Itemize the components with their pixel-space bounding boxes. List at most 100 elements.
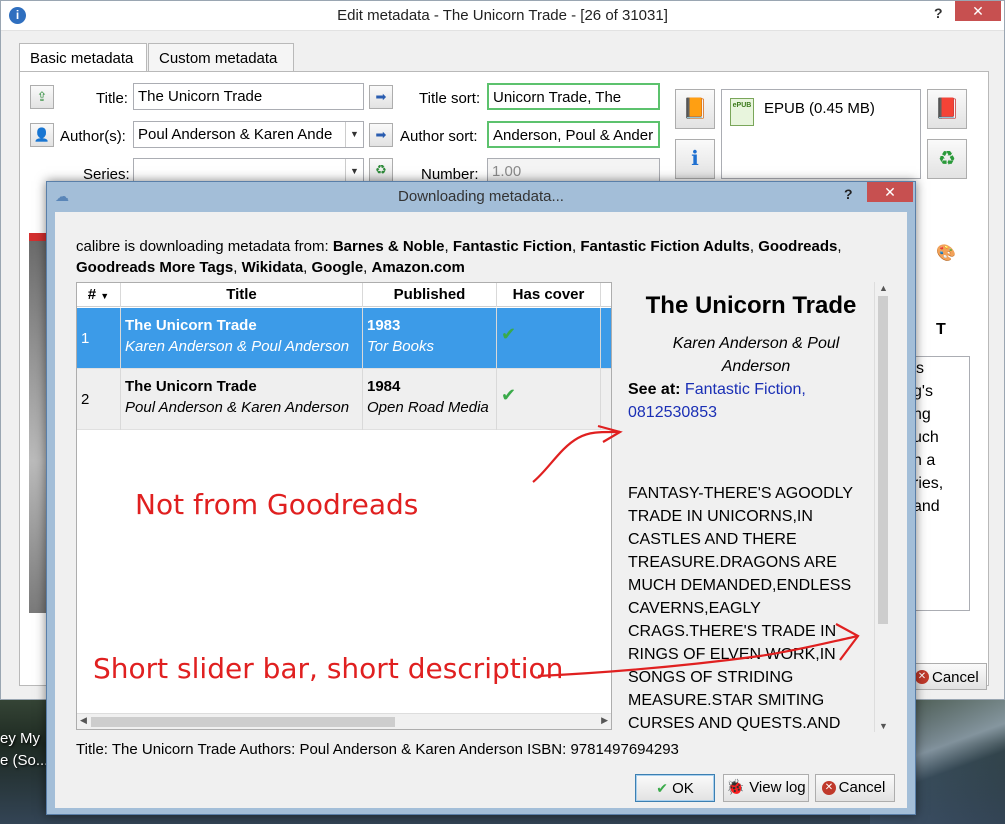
scrollbar-thumb[interactable] — [91, 717, 395, 727]
detail-description: FANTASY-THERE'S AGOODLY TRADE IN UNICORN… — [628, 485, 853, 732]
row-authors: Poul Anderson & Karen Anderson — [125, 399, 350, 416]
dialog-title: Downloading metadata... — [398, 188, 564, 205]
cancel-button[interactable]: ✕ Cancel — [909, 663, 987, 690]
help-button[interactable]: ? — [934, 5, 943, 21]
comments-text: g's — [913, 383, 933, 400]
row-title: The Unicorn Trade — [125, 378, 257, 395]
scroll-right-icon[interactable]: ▶ — [601, 715, 608, 726]
source-name: Barnes & Noble — [332, 238, 445, 255]
table-row[interactable]: 2 The Unicorn Trade Poul Anderson & Kare… — [77, 369, 611, 430]
author-sort-input[interactable]: Anderson, Poul & Ander — [487, 121, 660, 148]
vertical-scrollbar[interactable]: ▲ ▼ — [874, 282, 890, 732]
arrow-right-icon[interactable]: ➡ — [369, 85, 393, 109]
row-published-cell: 1984 Open Road Media — [363, 369, 497, 430]
formats-list[interactable]: ePUB EPUB (0.45 MB) — [721, 89, 921, 179]
row-number: 1 — [77, 308, 121, 369]
comments-text: n a — [913, 452, 936, 469]
row-title-cell: The Unicorn Trade Karen Anderson & Poul … — [121, 308, 363, 369]
text-format-icon[interactable]: T — [936, 321, 946, 339]
scrollbar-thumb[interactable] — [878, 296, 888, 624]
cancel-icon: ✕ — [822, 781, 836, 795]
close-button[interactable]: ✕ — [867, 182, 913, 202]
checkmark-icon: ✔ — [501, 324, 517, 344]
horizontal-scrollbar[interactable]: ◀ ▶ — [77, 713, 611, 729]
help-button[interactable]: ? — [844, 186, 853, 202]
annotation-short-slider: Short slider bar, short description — [93, 652, 564, 685]
title-sort-input[interactable]: Unicorn Trade, The — [487, 83, 660, 110]
source-name: Fantastic Fiction — [452, 238, 573, 255]
chevron-down-icon[interactable]: ▼ — [345, 122, 363, 147]
row-title-cell: The Unicorn Trade Poul Anderson & Karen … — [121, 369, 363, 430]
bug-icon: 🐞 — [726, 779, 746, 796]
arrow-right-icon[interactable]: ➡ — [369, 123, 393, 147]
comments-text: and — [913, 498, 940, 515]
source-name: Amazon.com — [371, 259, 465, 276]
book-details-panel: The Unicorn Trade Karen Anderson & Poul … — [622, 282, 890, 732]
series-number-input[interactable]: 1.00 — [487, 158, 660, 182]
column-header-published[interactable]: Published — [363, 283, 497, 307]
authors-value: Poul Anderson & Karen Ande — [138, 126, 333, 143]
view-log-label: View log — [749, 779, 806, 796]
sources-text: calibre is downloading metadata from: Ba… — [76, 238, 842, 276]
row-number: 2 — [77, 369, 121, 430]
desktop-icon-label[interactable]: ey My — [0, 730, 40, 747]
series-input[interactable]: ▼ — [133, 158, 364, 182]
tab-basic-metadata[interactable]: Basic metadata — [19, 43, 147, 73]
column-header-has-cover[interactable]: Has cover — [497, 283, 601, 307]
recycle-icon[interactable]: ♻ — [369, 158, 393, 182]
row-publisher: Open Road Media — [367, 399, 489, 416]
scroll-left-icon[interactable]: ◀ — [80, 715, 87, 726]
epub-file-icon: ePUB — [730, 98, 754, 126]
checkmark-icon: ✔ — [656, 780, 668, 796]
authors-input[interactable]: Poul Anderson & Karen Ande ▼ — [133, 121, 364, 148]
isbn-link[interactable]: 0812530853 — [628, 404, 717, 421]
row-authors: Karen Anderson & Poul Anderson — [125, 338, 350, 355]
dialog-titlebar: ☁ Downloading metadata... ? ✕ — [47, 182, 915, 211]
column-header-title[interactable]: Title — [121, 283, 363, 307]
source-name: Goodreads — [758, 238, 838, 255]
status-line: Title: The Unicorn Trade Authors: Poul A… — [76, 741, 679, 758]
sources-prefix: calibre is downloading metadata from: — [76, 238, 333, 255]
source-name: Google — [311, 259, 364, 276]
window-titlebar: i Edit metadata - The Unicorn Trade - [2… — [1, 1, 1004, 31]
cancel-icon: ✕ — [915, 670, 929, 684]
comments-text: ries, — [913, 475, 944, 492]
ok-label: OK — [672, 780, 694, 797]
book-icon[interactable]: 📙 — [675, 89, 715, 129]
source-name: Wikidata — [241, 259, 304, 276]
title-case-icon[interactable]: ⇪ — [30, 85, 54, 109]
column-header-number[interactable]: # ▼ — [77, 283, 121, 307]
table-row[interactable]: 1 The Unicorn Trade Karen Anderson & Pou… — [77, 308, 611, 369]
comments-text: 's — [913, 360, 925, 377]
format-item[interactable]: EPUB (0.45 MB) — [764, 100, 875, 117]
source-name: Fantastic Fiction Adults — [580, 238, 750, 255]
user-icon[interactable]: 👤 — [30, 123, 54, 147]
row-cover-cell: ✔ — [497, 369, 601, 430]
authors-label: Author(s): — [60, 128, 126, 145]
row-cover-cell: ✔ — [497, 308, 601, 369]
table-header: # ▼ Title Published Has cover — [77, 283, 611, 307]
paint-icon[interactable]: 🎨 — [936, 243, 956, 263]
info-icon[interactable]: ℹ — [675, 139, 715, 179]
cancel-button[interactable]: ✕ Cancel — [815, 774, 895, 802]
scroll-down-icon[interactable]: ▼ — [879, 721, 888, 731]
row-title: The Unicorn Trade — [125, 317, 257, 334]
desktop-icon-label[interactable]: e (So... — [0, 752, 48, 769]
sort-down-icon: ▼ — [100, 291, 110, 301]
tab-custom-metadata[interactable]: Custom metadata — [148, 43, 294, 71]
title-label: Title: — [96, 90, 128, 107]
ok-button[interactable]: ✔ OK — [635, 774, 715, 802]
close-button[interactable]: ✕ — [955, 1, 1001, 21]
title-input[interactable]: The Unicorn Trade — [133, 83, 364, 110]
source-name: Goodreads More Tags — [76, 259, 234, 276]
fantastic-fiction-link[interactable]: Fantastic Fiction, — [685, 381, 806, 398]
row-published-cell: 1983 Tor Books — [363, 308, 497, 369]
scroll-up-icon[interactable]: ▲ — [879, 283, 888, 293]
add-format-icon[interactable]: 📕 — [927, 89, 967, 129]
recycle-icon[interactable]: ♻ — [927, 139, 967, 179]
chevron-down-icon[interactable]: ▼ — [345, 159, 363, 181]
view-log-button[interactable]: 🐞 View log — [723, 774, 809, 802]
title-sort-label: Title sort: — [419, 90, 481, 107]
cancel-label: Cancel — [932, 669, 979, 686]
checkmark-icon: ✔ — [501, 385, 517, 405]
